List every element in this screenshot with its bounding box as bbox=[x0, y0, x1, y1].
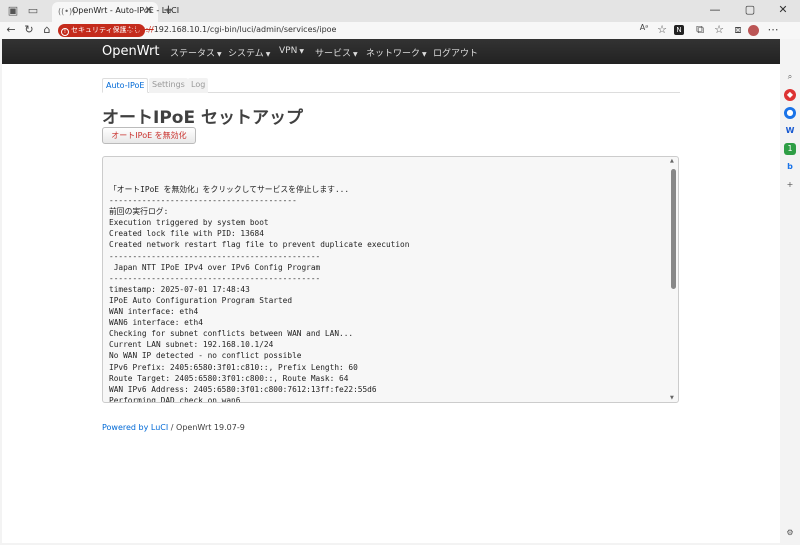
log-line: Checking for subnet conflicts between WA… bbox=[109, 329, 354, 339]
log-line: Performing DAD check on wan6 bbox=[109, 395, 241, 403]
scrollbar-thumb[interactable] bbox=[671, 169, 676, 289]
tab-settings[interactable]: Settings bbox=[149, 78, 188, 93]
menu-network-label: ネットワーク bbox=[366, 49, 421, 59]
url-text: 192.168.10.1/cgi-bin/luci/admin/services… bbox=[153, 25, 337, 34]
log-line: Execution triggered by system boot bbox=[109, 218, 269, 228]
log-line: Route Target: 2405:6580:3f01:c800::, Rou… bbox=[109, 373, 349, 383]
page-title: オートIPoE セットアップ bbox=[102, 108, 303, 128]
menu-logout-label: ログアウト bbox=[433, 49, 479, 59]
log-line: 前回の実行ログ: bbox=[109, 207, 169, 217]
log-line: WAN interface: eth4 bbox=[109, 307, 199, 317]
close-window-icon[interactable]: ✕ bbox=[768, 3, 798, 16]
tab-auto-ipoe[interactable]: Auto-IPoE bbox=[102, 78, 149, 93]
log-line: Japan NTT IPoE IPv4 over IPv6 Config Pro… bbox=[109, 262, 321, 272]
log-line: IPoE Auto Configuration Program Started bbox=[109, 295, 293, 305]
back-icon[interactable]: ← bbox=[4, 23, 18, 36]
menu-status-label: ステータス bbox=[170, 49, 216, 59]
maximize-icon[interactable]: ▢ bbox=[735, 3, 765, 16]
url-scheme: https:// bbox=[125, 25, 154, 34]
log-line: WAN IPv6 Address: 2405:6580:3f01:c800:76… bbox=[109, 384, 377, 394]
log-line: 「オートIPoE を無効化」をクリックしてサービスを停止します... bbox=[109, 185, 350, 194]
log-line: Current LAN subnet: 192.168.10.1/24 bbox=[109, 340, 274, 350]
menu-system-label: システム bbox=[228, 49, 264, 59]
menu-status[interactable]: ステータス ▼ bbox=[170, 46, 222, 59]
profile-avatar[interactable] bbox=[748, 25, 759, 36]
page-tabs: Auto-IPoE Settings Log bbox=[102, 78, 680, 93]
log-scrollbar[interactable]: ▲ ▼ bbox=[670, 158, 677, 401]
browser-tab[interactable]: ((•)) OpenWrt - Auto-IPoE - LuCI ✕ bbox=[52, 2, 179, 22]
menu-services[interactable]: サービス ▼ bbox=[315, 46, 358, 59]
menu-logout[interactable]: ログアウト bbox=[433, 46, 478, 59]
log-line: timestamp: 2025-07-01 17:48:43 bbox=[109, 284, 250, 294]
home-icon[interactable]: ⌂ bbox=[40, 23, 54, 36]
chevron-down-icon: ▼ bbox=[217, 51, 222, 58]
log-line: ----------------------------------------… bbox=[109, 273, 321, 283]
menu-services-label: サービス bbox=[315, 49, 352, 59]
search-icon[interactable]: ⌕ bbox=[784, 71, 796, 83]
tools-icon[interactable]: ● bbox=[784, 107, 796, 119]
log-line: Created lock file with PID: 13684 bbox=[109, 229, 264, 239]
log-line: Created network restart flag file to pre… bbox=[109, 240, 410, 250]
luci-navbar: OpenWrt ステータス ▼ システム ▼ VPN ▼ サービス ▼ ネットワーク ▼ … bbox=[2, 39, 780, 64]
minimize-icon[interactable]: — bbox=[700, 3, 730, 16]
calendar-icon[interactable]: 1 bbox=[784, 143, 796, 155]
collections-icon[interactable]: ⧈ bbox=[731, 23, 745, 37]
chevron-down-icon: ▼ bbox=[422, 51, 427, 58]
chevron-down-icon: ▼ bbox=[265, 51, 271, 58]
log-textarea[interactable]: 「オートIPoE を無効化」をクリックしてサービスを停止します... ------… bbox=[102, 156, 679, 403]
favorites-icon[interactable]: ☆ bbox=[712, 23, 726, 36]
shopping-icon[interactable]: ◆ bbox=[784, 89, 796, 101]
split-screen-icon[interactable]: ⧉ bbox=[693, 23, 707, 37]
chevron-down-icon: ▼ bbox=[353, 51, 358, 58]
scroll-up-icon[interactable]: ▲ bbox=[670, 158, 674, 164]
browser-toolbar: ← ↻ ⌂ ! セキュリティ保護なし https://192.168.10.1/c… bbox=[0, 22, 800, 39]
read-aloud-icon[interactable]: Aᵃ bbox=[637, 23, 651, 32]
tab-actions-icon[interactable]: ▭ bbox=[26, 4, 40, 18]
warning-icon: ! bbox=[61, 28, 69, 36]
favorite-star-icon[interactable]: ☆ bbox=[655, 23, 669, 36]
menu-vpn-label: VPN bbox=[279, 46, 298, 56]
tab-log[interactable]: Log bbox=[188, 78, 209, 93]
brand-logo[interactable]: OpenWrt bbox=[102, 44, 159, 59]
footer-version: / OpenWrt 19.07-9 bbox=[168, 423, 245, 432]
page-footer: Powered by LuCI / OpenWrt 19.07-9 bbox=[102, 423, 245, 432]
menu-network[interactable]: ネットワーク ▼ bbox=[366, 46, 427, 59]
extension-icon[interactable]: N bbox=[674, 25, 684, 35]
log-line: IPv6 Prefix: 2405:6580:3f01:c810::, Pref… bbox=[109, 362, 358, 372]
log-line: ---------------------------------------- bbox=[109, 196, 297, 206]
add-sidebar-icon[interactable]: + bbox=[784, 179, 796, 191]
new-tab-icon[interactable]: + bbox=[163, 3, 174, 18]
web-page: OpenWrt ステータス ▼ システム ▼ VPN ▼ サービス ▼ ネットワーク ▼ … bbox=[2, 39, 780, 543]
sidebar-settings-icon[interactable]: ⚙ bbox=[784, 527, 796, 539]
log-line: WAN6 interface: eth4 bbox=[109, 318, 203, 328]
disable-auto-ipoe-button[interactable]: オートIPoE を無効化 bbox=[102, 127, 196, 144]
close-tab-icon[interactable]: ✕ bbox=[145, 5, 153, 16]
log-line: ----------------------------------------… bbox=[109, 251, 321, 261]
refresh-icon[interactable]: ↻ bbox=[22, 23, 36, 36]
word-icon[interactable]: W bbox=[784, 125, 796, 137]
luci-link[interactable]: Powered by LuCI bbox=[102, 423, 168, 432]
browser-sidebar: ⌕ ◆ ● W 1 b + ⚙ bbox=[780, 39, 800, 545]
log-line: No WAN IP detected - no conflict possibl… bbox=[109, 351, 302, 361]
log-content: 「オートIPoE を無効化」をクリックしてサービスを停止します... ------… bbox=[109, 184, 667, 403]
workspaces-icon[interactable]: ▣ bbox=[6, 4, 20, 18]
menu-vpn[interactable]: VPN ▼ bbox=[279, 46, 304, 56]
chevron-down-icon: ▼ bbox=[299, 48, 304, 55]
scroll-down-icon[interactable]: ▼ bbox=[670, 395, 674, 401]
menu-system[interactable]: システム ▼ bbox=[228, 46, 270, 59]
settings-more-icon[interactable]: ⋯ bbox=[766, 23, 780, 36]
address-bar[interactable]: https://192.168.10.1/cgi-bin/luci/admin/… bbox=[125, 25, 336, 34]
browser-tabstrip: ▣ ▭ ((•)) OpenWrt - Auto-IPoE - LuCI ✕ +… bbox=[0, 0, 800, 22]
bing-icon[interactable]: b bbox=[784, 161, 796, 173]
